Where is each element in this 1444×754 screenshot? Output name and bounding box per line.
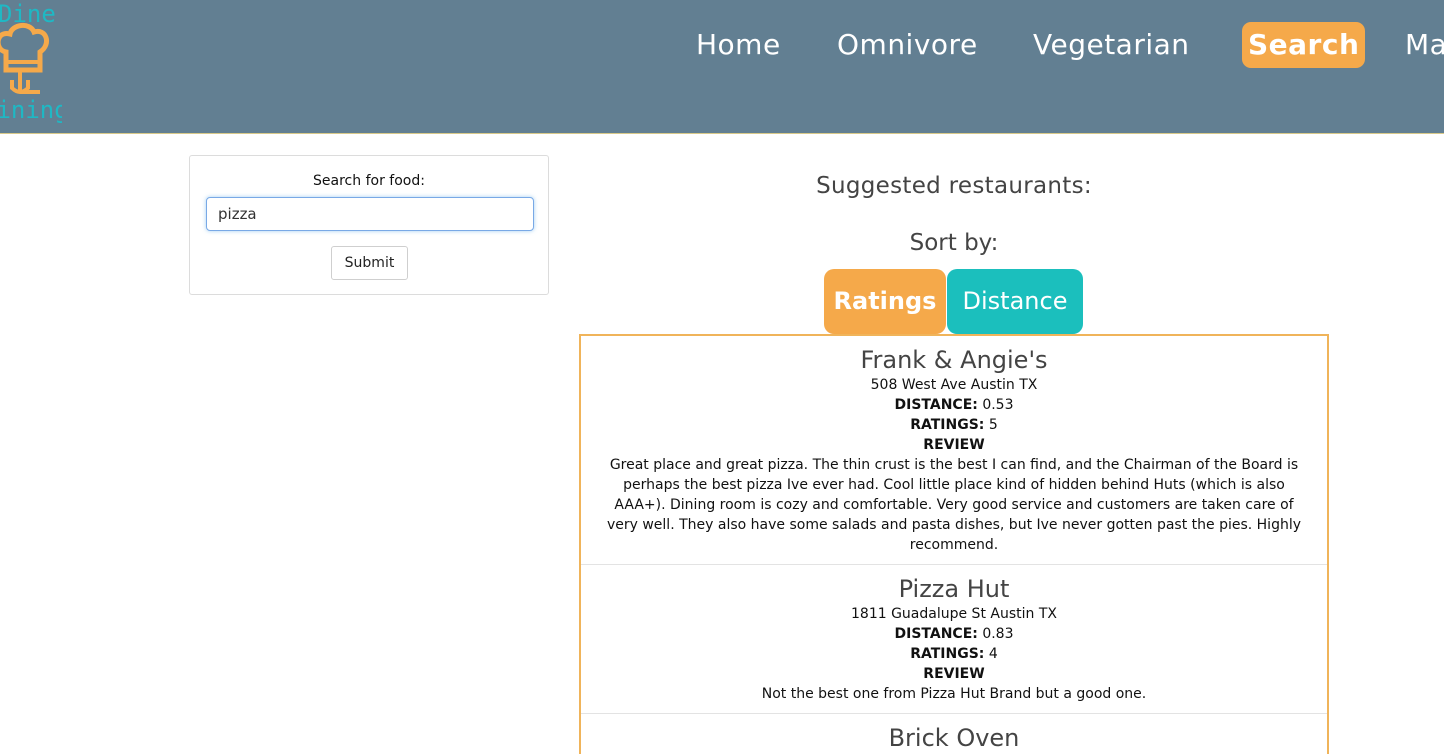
restaurant-card[interactable]: Frank & Angie's 508 West Ave Austin TX D… <box>581 336 1327 565</box>
search-panel: Search for food: Submit <box>189 155 549 295</box>
submit-button[interactable]: Submit <box>331 246 408 280</box>
nav-vegetarian[interactable]: Vegetarian <box>1033 22 1190 68</box>
restaurant-card[interactable]: Pizza Hut 1811 Guadalupe St Austin TX DI… <box>581 565 1327 714</box>
restaurant-address: 1811 Guadalupe St Austin TX <box>851 606 1057 622</box>
restaurant-review: Not the best one from Pizza Hut Brand bu… <box>761 686 1147 702</box>
restaurant-address: 508 West Ave Austin TX <box>870 377 1038 393</box>
nav-omnivore[interactable]: Omnivore <box>837 22 978 68</box>
search-input[interactable] <box>206 197 534 231</box>
restaurant-name: Pizza Hut <box>898 575 1010 603</box>
restaurant-review: Great place and great pizza. The thin cr… <box>606 457 1302 553</box>
logo-text-bottom: Dining <box>0 96 62 124</box>
dine-dining-logo[interactable]: Dine Dining <box>0 0 62 125</box>
restaurant-card[interactable]: Brick Oven <box>581 714 1327 754</box>
restaurant-results-list[interactable]: Frank & Angie's 508 West Ave Austin TX D… <box>579 334 1329 754</box>
distance-value: 0.53 <box>982 397 1014 413</box>
search-label: Search for food: <box>313 173 425 189</box>
distance-label: DISTANCE: <box>894 397 978 413</box>
restaurant-name: Brick Oven <box>888 724 1020 752</box>
restaurant-ratings: RATINGS: 4 <box>597 644 1311 664</box>
review-label: REVIEW <box>923 666 985 682</box>
sort-distance-button[interactable]: Distance <box>947 269 1083 334</box>
sort-ratings-button[interactable]: Ratings <box>824 269 946 334</box>
restaurant-ratings: RATINGS: 5 <box>597 415 1311 435</box>
top-navbar: Dine Dining Home Omnivore Vegetarian Sea… <box>0 0 1444 134</box>
sort-by-label: Sort by: <box>909 230 999 256</box>
ratings-label: RATINGS: <box>910 646 985 662</box>
nav-home[interactable]: Home <box>696 22 781 68</box>
distance-value: 0.83 <box>982 626 1014 642</box>
ratings-value: 4 <box>988 646 998 662</box>
nav-map[interactable]: Ma <box>1405 22 1444 68</box>
ratings-label: RATINGS: <box>910 417 985 433</box>
suggested-restaurants-title: Suggested restaurants: <box>816 173 1092 199</box>
review-label: REVIEW <box>923 437 985 453</box>
restaurant-distance: DISTANCE: 0.83 <box>597 624 1311 644</box>
nav-search[interactable]: Search <box>1242 22 1366 68</box>
distance-label: DISTANCE: <box>894 626 978 642</box>
ratings-value: 5 <box>988 417 998 433</box>
restaurant-name: Frank & Angie's <box>860 346 1048 374</box>
restaurant-distance: DISTANCE: 0.53 <box>597 395 1311 415</box>
